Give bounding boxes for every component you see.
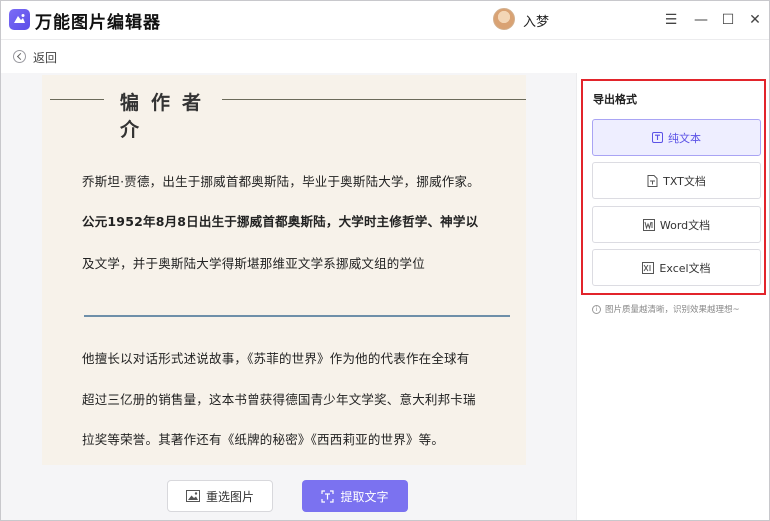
document-divider xyxy=(84,315,510,317)
word-file-icon xyxy=(642,218,655,231)
format-option-label: Excel文档 xyxy=(659,261,711,275)
format-option-plain-text[interactable]: 纯文本 xyxy=(592,119,761,156)
close-icon[interactable]: ✕ xyxy=(745,10,765,30)
title-bar: 万能图片编辑器 入梦 ☰ — ☐ ✕ xyxy=(1,1,769,39)
preview-pane: 犏作者介 乔斯坦·贾德，出生于挪威首都奥斯陆，毕业于奥斯陆大学，挪威作家。 公元… xyxy=(1,73,576,520)
export-format-group: 导出格式 纯文本 TXT文档 Word文档 Excel文档 xyxy=(581,79,766,295)
heading-rule-right xyxy=(222,99,526,100)
image-icon xyxy=(185,490,200,502)
app-title: 万能图片编辑器 xyxy=(35,13,161,33)
back-button[interactable]: 返回 xyxy=(33,49,57,66)
document-line-6: 拉奖等荣誉。其著作还有《纸牌的秘密》《西西莉亚的世界》等。 xyxy=(82,432,445,447)
maximize-icon[interactable]: ☐ xyxy=(718,10,738,30)
document-line-4: 他擅长以对话形式述说故事，《苏菲的世界》作为他的代表作在全球有 xyxy=(82,351,470,366)
document-line-2: 公元1952年8月8日出生于挪威首都奥斯陆，大学时主修哲学、神学以 xyxy=(82,214,479,229)
export-format-title: 导出格式 xyxy=(593,93,637,106)
quality-hint-text: 图片质量越清晰，识别效果越理想~ xyxy=(605,305,740,315)
format-option-label: TXT文档 xyxy=(663,174,706,188)
back-bar: 返回 xyxy=(1,39,769,73)
minimize-icon[interactable]: — xyxy=(691,10,711,30)
document-line-5: 超过三亿册的销售量，这本书曾获得德国青少年文学奖、意大利邦卡瑞 xyxy=(82,392,476,407)
format-option-label: Word文档 xyxy=(659,218,711,232)
document-line-1: 乔斯坦·贾德，出生于挪威首都奥斯陆，毕业于奥斯陆大学，挪威作家。 xyxy=(82,174,480,189)
reselect-image-label: 重选图片 xyxy=(205,489,254,504)
back-arrow-icon[interactable] xyxy=(13,50,26,63)
format-option-excel[interactable]: Excel文档 xyxy=(592,249,761,286)
heading-rule-left xyxy=(50,99,104,100)
extract-text-button[interactable]: 提取文字 xyxy=(302,480,408,512)
extract-text-label: 提取文字 xyxy=(340,489,389,504)
export-panel: 导出格式 纯文本 TXT文档 Word文档 Excel文档 i 图片质量越清晰，… xyxy=(576,73,769,520)
excel-file-icon xyxy=(642,261,655,274)
info-icon: i xyxy=(592,304,601,314)
reselect-image-button[interactable]: 重选图片 xyxy=(167,480,273,512)
format-option-label: 纯文本 xyxy=(668,131,701,145)
document-line-3: 及文学，并于奥斯陆大学得斯堪那维亚文学系挪威文组的学位 xyxy=(82,256,425,271)
scan-text-icon xyxy=(321,489,335,503)
format-option-txt[interactable]: TXT文档 xyxy=(592,162,761,199)
username[interactable]: 入梦 xyxy=(523,11,549,30)
text-icon xyxy=(652,132,663,143)
document-heading: 犏作者介 xyxy=(120,92,214,141)
txt-file-icon xyxy=(647,174,658,187)
app-window: 万能图片编辑器 入梦 ☰ — ☐ ✕ 返回 犏作者介 乔斯坦·贾德，出生于挪威首… xyxy=(0,0,770,521)
menu-icon[interactable]: ☰ xyxy=(661,10,681,30)
user-avatar[interactable] xyxy=(493,8,515,30)
document-image: 犏作者介 乔斯坦·贾德，出生于挪威首都奥斯陆，毕业于奥斯陆大学，挪威作家。 公元… xyxy=(42,75,526,465)
format-option-word[interactable]: Word文档 xyxy=(592,206,761,243)
quality-hint: i 图片质量越清晰，识别效果越理想~ xyxy=(592,303,740,315)
app-logo-icon xyxy=(9,9,30,30)
